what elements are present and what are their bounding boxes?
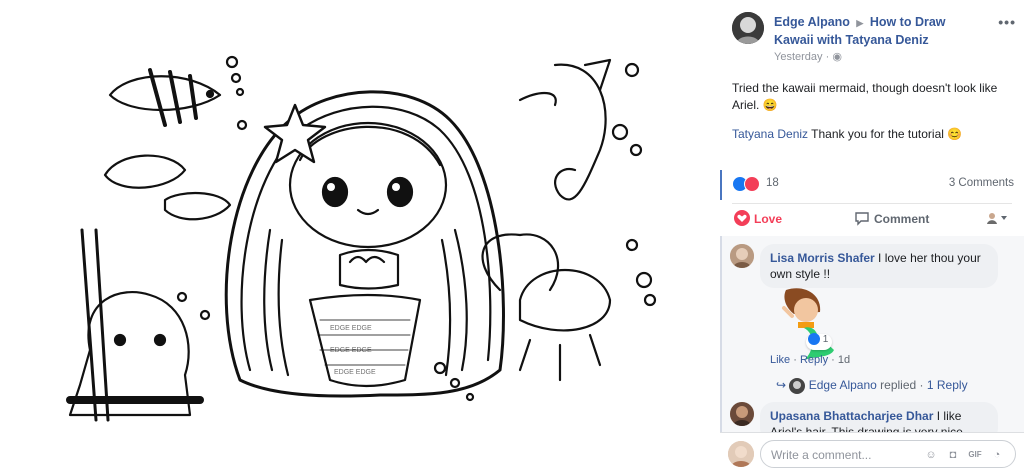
camera-icon[interactable]: ◘ xyxy=(945,447,961,463)
reaction-count[interactable]: 18 xyxy=(766,177,779,189)
post-time[interactable]: Yesterday xyxy=(774,51,823,63)
current-user-avatar xyxy=(728,441,754,467)
comment-input[interactable]: Write a comment... ☺ ◘ GIF ◔ xyxy=(760,440,1016,468)
like-link[interactable]: Like xyxy=(770,354,790,366)
post-mention: Tatyana Deniz Thank you for the tutorial… xyxy=(732,126,1012,143)
svg-text:EDGE EDGE: EDGE EDGE xyxy=(334,369,376,376)
author-avatar[interactable] xyxy=(732,12,764,44)
grin-emoji-icon: 😄 xyxy=(762,98,778,112)
mention-text: Thank you for the tutorial xyxy=(811,127,944,141)
post-caption: Tried the kawaii mermaid, though doesn't… xyxy=(732,80,1002,114)
comment-icon xyxy=(855,212,869,226)
commenter-avatar[interactable] xyxy=(730,402,754,426)
comment-button[interactable]: Comment xyxy=(855,212,930,226)
love-button[interactable]: Love xyxy=(734,210,783,226)
kawaii-mermaid-drawing: EDGE EDGE EDGE EDGE EDGE EDGE xyxy=(66,55,657,422)
post-side-panel: Edge Alpano ▶ How to Draw Kawaii with Ta… xyxy=(720,0,1024,474)
svg-text:EDGE EDGE: EDGE EDGE xyxy=(330,347,372,354)
globe-icon: · ◉ xyxy=(825,51,842,63)
mention-name[interactable]: Tatyana Deniz xyxy=(732,127,808,141)
comment-placeholder: Write a comment... xyxy=(771,448,872,462)
reply-count: 1 Reply xyxy=(926,378,968,393)
commenter-name[interactable]: Upasana Bhattacharjee Dhar xyxy=(770,409,933,423)
replier-name: Edge Alpano xyxy=(808,378,877,393)
arrow-right-icon: ▶ xyxy=(856,18,864,28)
svg-text:EDGE EDGE: EDGE EDGE xyxy=(330,325,372,332)
post-action-bar: Love Comment xyxy=(732,203,1012,233)
comment-time[interactable]: 1d xyxy=(838,354,850,366)
comment-composer: Write a comment... ☺ ◘ GIF ◔ xyxy=(720,432,1024,474)
love-label: Love xyxy=(754,212,783,226)
smile-emoji-icon: 😊 xyxy=(947,127,963,141)
reply-summary[interactable]: ↪ Edge Alpano replied · 1 Reply xyxy=(776,378,968,394)
reply-link[interactable]: Reply xyxy=(800,354,828,366)
reply-arrow-icon: ↪ xyxy=(776,378,787,393)
author-line: Edge Alpano ▶ How to Draw Kawaii with Ta… xyxy=(774,14,984,49)
heart-icon xyxy=(734,210,750,226)
gif-icon[interactable]: GIF xyxy=(967,447,983,463)
emoji-icon[interactable]: ☺ xyxy=(923,447,939,463)
sticker-reaction-number: 1 xyxy=(822,334,829,346)
more-options-icon[interactable]: ••• xyxy=(998,14,1016,30)
post-stats-bar: 18 3 Comments xyxy=(720,170,1024,200)
comments-count[interactable]: 3 Comments xyxy=(949,177,1014,189)
comment-label: Comment xyxy=(874,212,930,226)
commenter-name[interactable]: Lisa Morris Shafer xyxy=(770,251,875,265)
comment-meta: Like · Reply · 1d xyxy=(770,354,851,366)
author-name[interactable]: Edge Alpano xyxy=(774,15,850,29)
love-reaction-icon xyxy=(744,176,760,192)
sticker-icon[interactable]: ◔ xyxy=(989,447,1005,463)
post-time-line: Yesterday · ◉ xyxy=(774,50,842,63)
post-header: Edge Alpano ▶ How to Draw Kawaii with Ta… xyxy=(732,12,1016,64)
sticker-reaction-count[interactable]: 1 xyxy=(806,333,833,350)
like-reaction-icon xyxy=(808,333,820,345)
replier-avatar xyxy=(789,378,806,394)
replied-text: replied xyxy=(880,378,917,393)
commenter-avatar[interactable] xyxy=(730,244,754,268)
post-photo[interactable]: EDGE EDGE EDGE EDGE EDGE EDGE xyxy=(0,0,720,474)
audience-selector-icon[interactable] xyxy=(986,211,1008,225)
comments-section: Lisa Morris Shafer I love her thou your … xyxy=(720,236,1024,442)
